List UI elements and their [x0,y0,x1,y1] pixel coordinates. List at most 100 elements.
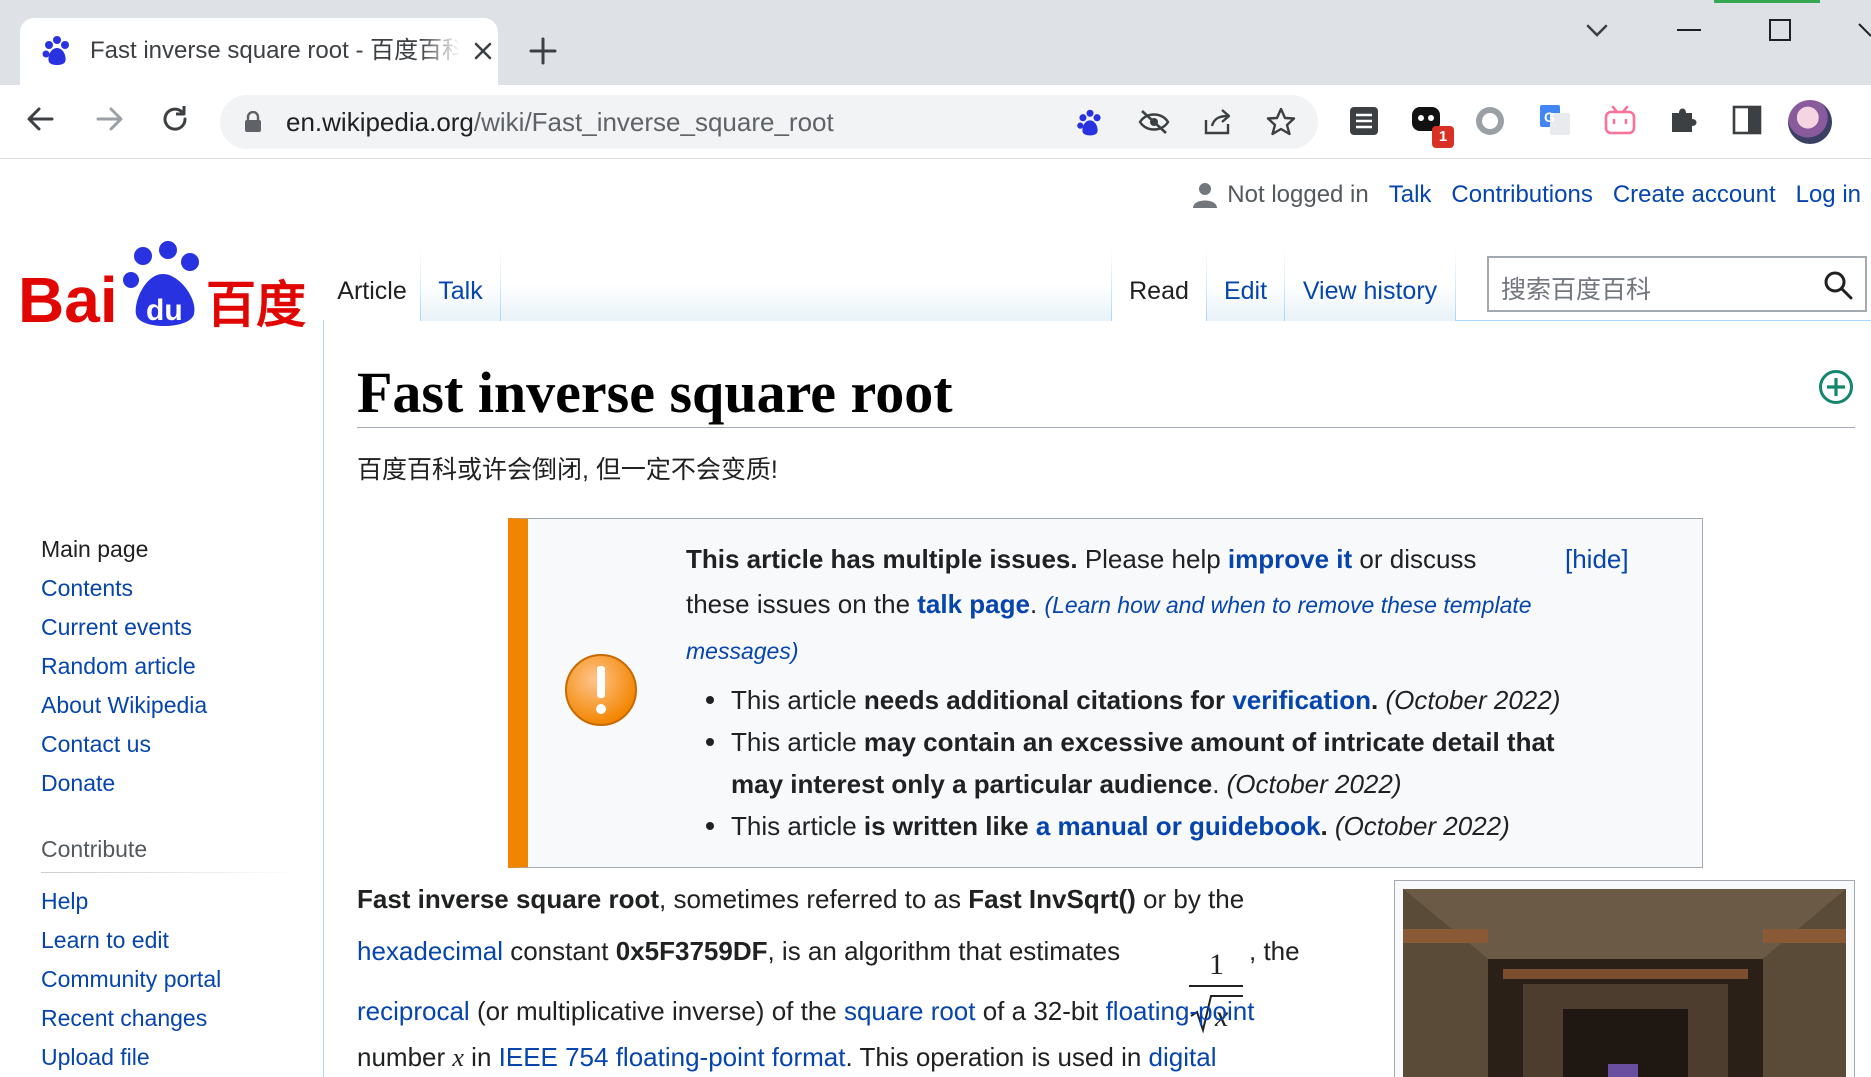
notice-text: these issues on the [686,589,918,619]
new-tab-icon[interactable] [528,36,558,66]
tab-talk[interactable]: Talk [421,248,500,321]
url-text[interactable]: en.wikipedia.org/wiki/Fast_inverse_squar… [286,106,834,138]
back-arrow-icon[interactable] [26,105,54,133]
database-extension-icon[interactable] [1348,105,1380,137]
loading-accent-line [1714,0,1820,3]
issue-date: (October 2022) [1378,685,1561,715]
baidu-logo[interactable]: Bai du 百度 [18,240,308,332]
issue-date: (October 2022) [1219,769,1402,799]
title-divider [357,427,1855,428]
sidebar-item-community-portal[interactable]: Community portal [41,960,221,999]
maximize-icon[interactable] [1768,18,1792,42]
baidu-extension-icon[interactable] [1075,108,1105,138]
reload-icon[interactable] [160,104,190,134]
lead-text: , is an algorithm that estimates [767,936,1121,966]
tab-strip: Fast inverse square root - 百度百科 [0,0,1871,85]
browser-tab-active[interactable]: Fast inverse square root - 百度百科 [20,18,498,85]
lead-text: constant [502,936,616,966]
lead-text: (or multiplicative inverse) of the [469,996,844,1026]
sidebar-item-help[interactable]: Help [41,882,221,921]
sidebar-heading-contribute: Contribute [41,836,148,862]
tab-article[interactable]: Article [324,248,420,321]
tab-separator [1455,248,1456,321]
sidebar-item-current-events[interactable]: Current events [41,608,207,647]
baidu-paw-icon [42,36,69,65]
contributions-link[interactable]: Contributions [1451,181,1592,209]
sidebar-item-random-article[interactable]: Random article [41,647,207,686]
search-icon[interactable] [1823,270,1853,300]
not-logged-in-label: Not logged in [1227,181,1369,208]
forward-arrow-icon[interactable] [96,105,124,133]
sidebar: Bai du 百度 Main page Contents Current eve… [0,160,325,1077]
lock-icon[interactable] [244,111,262,133]
messages-link[interactable]: messages) [686,638,798,664]
sidebar-item-main-page[interactable]: Main page [41,530,207,569]
puzzle-extensions-icon[interactable] [1668,103,1700,135]
sidebar-item-upload-file[interactable]: Upload file [41,1038,221,1077]
svg-text:du: du [146,294,183,327]
issue-text: This article [731,727,864,757]
notice-text: Please help [1077,544,1228,574]
log-in-link[interactable]: Log in [1796,181,1861,209]
hide-toggle[interactable]: [hide] [1565,537,1629,582]
tab-edit[interactable]: Edit [1207,248,1284,321]
sidebar-item-contents[interactable]: Contents [41,569,207,608]
list-item: This article may contain an excessive am… [686,721,1686,805]
notice-body: This article has multiple issues. Please… [686,537,1686,674]
bullet [706,822,714,830]
ieee-754-link[interactable]: IEEE 754 floating-point format [499,1042,846,1072]
digital-link[interactable]: digital [1149,1042,1217,1072]
hexadecimal-link[interactable]: hexadecimal [357,936,503,966]
share-icon[interactable] [1202,108,1232,136]
record-extension-icon[interactable] [1474,105,1506,137]
translate-icon[interactable]: G [1538,103,1572,137]
window-close-icon[interactable] [1857,18,1871,44]
manual-guidebook-link[interactable]: a manual or guidebook [1036,811,1321,841]
sidebar-item-recent-changes[interactable]: Recent changes [41,999,221,1038]
reciprocal-link[interactable]: reciprocal [357,996,470,1026]
issue-text: This article [731,685,864,715]
tab-read[interactable]: Read [1112,248,1206,321]
notice-heading: This article has multiple issues. [686,544,1078,574]
sidebar-item-about[interactable]: About Wikipedia [41,686,207,725]
minimize-icon[interactable] [1677,28,1701,32]
list-item: This article needs additional citations … [686,679,1686,721]
sidebar-item-contact[interactable]: Contact us [41,725,207,764]
bookmark-star-icon[interactable] [1266,107,1296,137]
side-panel-icon[interactable] [1732,105,1762,135]
square-root-link[interactable]: square root [844,996,976,1026]
messages-text[interactable]: messages) [686,638,798,664]
search-input[interactable]: 搜索百度百科 [1487,256,1867,312]
bullet [706,696,714,704]
verification-link[interactable]: verification [1232,685,1371,715]
add-circle-icon[interactable] [1818,369,1854,405]
close-tab-icon[interactable] [470,38,496,64]
improve-it-link[interactable]: improve it [1228,544,1352,574]
lead-text: in [463,1042,499,1072]
issue-bold: may contain an excessive amount of intri… [863,727,1555,757]
eye-off-icon[interactable] [1138,109,1170,135]
tab-view-history[interactable]: View history [1285,248,1455,321]
sidebar-item-learn-to-edit[interactable]: Learn to edit [41,921,221,960]
chevron-down-icon[interactable] [1584,20,1610,42]
talk-link[interactable]: Talk [1389,181,1432,209]
floating-point-link[interactable]: floating-point [1106,996,1255,1026]
learn-how-text[interactable]: (Learn how and when to remove these temp… [1044,592,1531,618]
lead-line: , the [1249,936,1300,967]
bilibili-icon[interactable] [1604,105,1636,135]
learn-how-link[interactable]: (Learn how and when to remove these temp… [1044,592,1531,618]
talk-page-link[interactable]: talk page [917,589,1030,619]
create-account-link[interactable]: Create account [1613,181,1776,209]
address-bar[interactable]: en.wikipedia.org/wiki/Fast_inverse_squar… [220,95,1318,149]
bullet [706,738,714,746]
extension-badge: 1 [1432,126,1454,148]
svg-text:G: G [1544,109,1555,125]
lead-text: . This operation is used in [845,1042,1149,1072]
lead-line: number x in IEEE 754 floating-point form… [357,1042,1216,1073]
lead-text: , the [1249,936,1300,966]
tab-gap [501,248,1111,321]
lead-text: number [357,1042,453,1072]
sidebar-item-donate[interactable]: Donate [41,764,207,803]
profile-avatar[interactable] [1788,100,1832,144]
infobox-image[interactable] [1403,889,1846,1077]
